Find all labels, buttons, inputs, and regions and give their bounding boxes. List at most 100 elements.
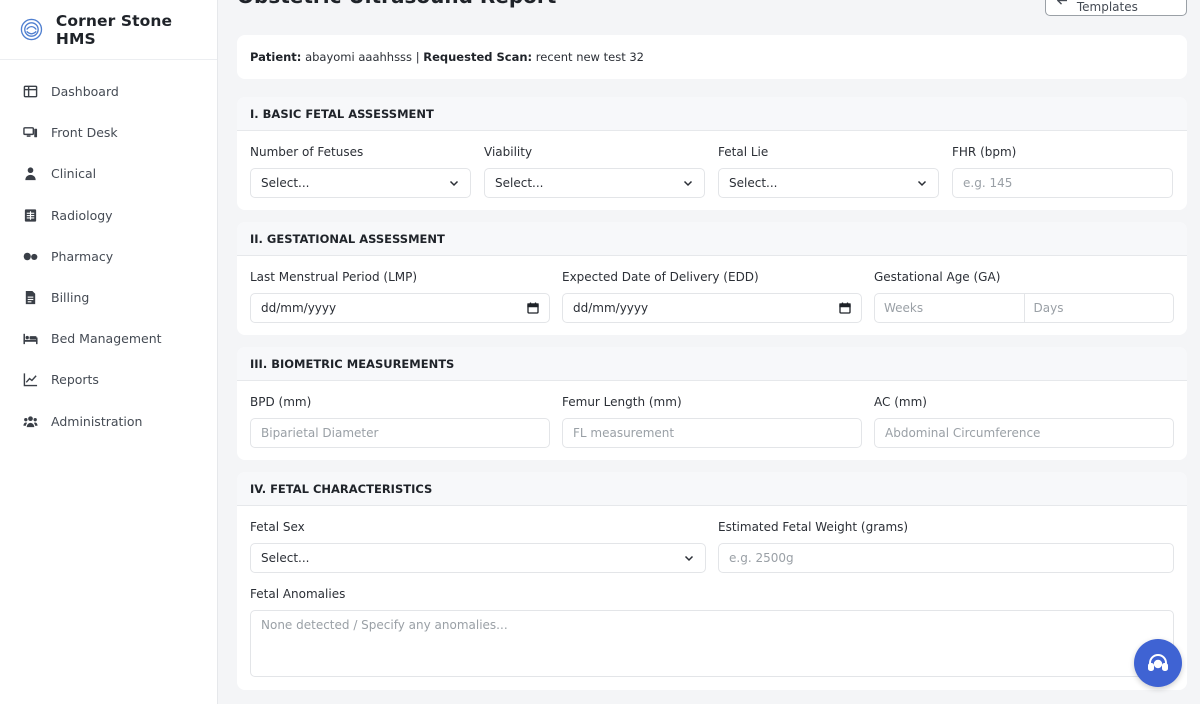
sidebar-item-front-desk[interactable]: Front Desk xyxy=(0,112,217,153)
back-to-templates-button[interactable]: Back To Templates xyxy=(1045,0,1187,16)
calendar-icon[interactable] xyxy=(527,302,539,314)
section-title: IV. FETAL CHARACTERISTICS xyxy=(237,472,1187,506)
gestational-age-inputs: Weeks Days xyxy=(874,293,1174,323)
fetal-sex-select[interactable]: Select... xyxy=(250,543,706,573)
femur-length-field: Femur Length (mm) FL measurement xyxy=(562,395,862,448)
sidebar-item-administration[interactable]: Administration xyxy=(0,401,217,442)
edd-date-input[interactable]: dd/mm/yyyy xyxy=(562,293,862,323)
fetal-sex-field: Fetal Sex Select... xyxy=(250,520,706,573)
field-label: Number of Fetuses xyxy=(250,145,364,159)
gestational-age-field: Gestational Age (GA) Weeks Days xyxy=(874,270,1174,323)
sidebar-item-bed-management[interactable]: Bed Management xyxy=(0,318,217,359)
field-label: AC (mm) xyxy=(874,395,927,409)
sidebar-item-label: Bed Management xyxy=(51,331,162,347)
viability-field: Viability Select... xyxy=(484,145,705,198)
sidebar-item-label: Clinical xyxy=(51,166,97,182)
sidebar-item-label: Radiology xyxy=(51,207,113,223)
sidebar-item-label: Reports xyxy=(51,372,99,388)
invoice-icon xyxy=(22,290,38,306)
input-placeholder: FL measurement xyxy=(573,426,675,440)
sidebar-item-label: Billing xyxy=(51,290,90,306)
sidebar-item-label: Pharmacy xyxy=(51,248,114,264)
select-value: Select... xyxy=(495,176,544,190)
fetal-lie-field: Fetal Lie Select... xyxy=(718,145,939,198)
chevron-down-icon xyxy=(683,180,693,187)
field-label: Gestational Age (GA) xyxy=(874,270,1001,284)
sidebar-item-billing[interactable]: Billing xyxy=(0,277,217,318)
logo-icon xyxy=(20,18,43,41)
field-label: Last Menstrual Period (LMP) xyxy=(250,270,418,284)
viability-select[interactable]: Select... xyxy=(484,168,705,198)
section-title: II. GESTATIONAL ASSESSMENT xyxy=(237,222,1187,256)
fetal-anomalies-field: Fetal Anomalies None detected / Specify … xyxy=(250,587,1174,677)
back-button-label: Back To Templates xyxy=(1076,0,1138,14)
section-title: III. BIOMETRIC MEASUREMENTS xyxy=(237,347,1187,381)
requested-scan-label: Requested Scan: xyxy=(423,50,533,64)
ga-days-input[interactable]: Days xyxy=(1023,294,1174,322)
edd-field: Expected Date of Delivery (EDD) dd/mm/yy… xyxy=(562,270,862,323)
field-label: Viability xyxy=(484,145,533,159)
patient-info-bar: Patient: abayomi aaahhsss | Requested Sc… xyxy=(237,35,1187,79)
patient-name: abayomi aaahhsss xyxy=(305,50,413,64)
basic-fetal-assessment-section: I. BASIC FETAL ASSESSMENT Number of Fetu… xyxy=(237,97,1187,210)
fetal-lie-select[interactable]: Select... xyxy=(718,168,939,198)
calendar-icon[interactable] xyxy=(839,302,851,314)
arrow-left-icon xyxy=(1056,0,1068,5)
fhr-field: FHR (bpm) e.g. 145 xyxy=(952,145,1173,198)
section-title: I. BASIC FETAL ASSESSMENT xyxy=(237,97,1187,131)
desk-monitor-icon xyxy=(22,125,38,141)
number-of-fetuses-field: Number of Fetuses Select... xyxy=(250,145,471,198)
sidebar-item-dashboard[interactable]: Dashboard xyxy=(0,71,217,112)
fetal-anomalies-textarea[interactable]: None detected / Specify any anomalies... xyxy=(250,610,1174,677)
page-title: Obstetric Ultrasound Report xyxy=(237,0,556,8)
bpd-input[interactable]: Biparietal Diameter xyxy=(250,418,550,448)
input-placeholder: Abdominal Circumference xyxy=(885,426,1041,440)
separator: | xyxy=(415,50,420,64)
sidebar-nav: Dashboard Front Desk Clinical Radiology … xyxy=(0,60,217,442)
sidebar-item-radiology[interactable]: Radiology xyxy=(0,195,217,236)
input-placeholder: e.g. 2500g xyxy=(729,551,794,565)
ac-field: AC (mm) Abdominal Circumference xyxy=(874,395,1174,448)
input-placeholder: e.g. 145 xyxy=(963,176,1013,190)
field-label: BPD (mm) xyxy=(250,395,312,409)
headset-icon xyxy=(1148,654,1168,671)
x-ray-icon xyxy=(22,207,38,223)
sidebar-item-reports[interactable]: Reports xyxy=(0,359,217,400)
patient-label: Patient: xyxy=(250,50,302,64)
bed-icon xyxy=(22,331,38,347)
estimated-fetal-weight-input[interactable]: e.g. 2500g xyxy=(718,543,1174,573)
field-label: Estimated Fetal Weight (grams) xyxy=(718,520,909,534)
sidebar-item-pharmacy[interactable]: Pharmacy xyxy=(0,236,217,277)
requested-scan-name: recent new test 32 xyxy=(535,50,644,64)
textarea-placeholder: None detected / Specify any anomalies... xyxy=(261,618,508,632)
chevron-down-icon xyxy=(917,180,927,187)
lmp-date-input[interactable]: dd/mm/yyyy xyxy=(250,293,550,323)
input-placeholder: Biparietal Diameter xyxy=(261,426,379,440)
sidebar-item-label: Administration xyxy=(51,413,143,429)
support-chat-button[interactable] xyxy=(1134,639,1182,687)
brand[interactable]: Corner Stone HMS xyxy=(0,0,217,60)
fhr-input[interactable]: e.g. 145 xyxy=(952,168,1173,198)
bpd-field: BPD (mm) Biparietal Diameter xyxy=(250,395,550,448)
select-value: Select... xyxy=(261,551,310,565)
femur-length-input[interactable]: FL measurement xyxy=(562,418,862,448)
pills-icon xyxy=(22,248,38,264)
ga-weeks-input[interactable]: Weeks xyxy=(875,294,1024,322)
chevron-down-icon xyxy=(684,555,694,562)
number-of-fetuses-select[interactable]: Select... xyxy=(250,168,471,198)
chevron-down-icon xyxy=(449,180,459,187)
field-label: Fetal Lie xyxy=(718,145,769,159)
select-value: Select... xyxy=(261,176,310,190)
app-name: Corner Stone HMS xyxy=(55,11,173,48)
dashboard-icon xyxy=(22,84,38,100)
sidebar: Corner Stone HMS Dashboard Front Desk Cl… xyxy=(0,0,218,704)
estimated-fetal-weight-field: Estimated Fetal Weight (grams) e.g. 2500… xyxy=(718,520,1174,573)
ac-input[interactable]: Abdominal Circumference xyxy=(874,418,1174,448)
sidebar-item-clinical[interactable]: Clinical xyxy=(0,153,217,194)
fetal-characteristics-section: IV. FETAL CHARACTERISTICS Fetal Sex Sele… xyxy=(237,472,1187,690)
biometric-measurements-section: III. BIOMETRIC MEASUREMENTS BPD (mm) Bip… xyxy=(237,347,1187,460)
line-chart-icon xyxy=(22,372,38,388)
date-value: dd/mm/yyyy xyxy=(573,301,649,315)
field-label: Femur Length (mm) xyxy=(562,395,682,409)
field-label: Expected Date of Delivery (EDD) xyxy=(562,270,759,284)
